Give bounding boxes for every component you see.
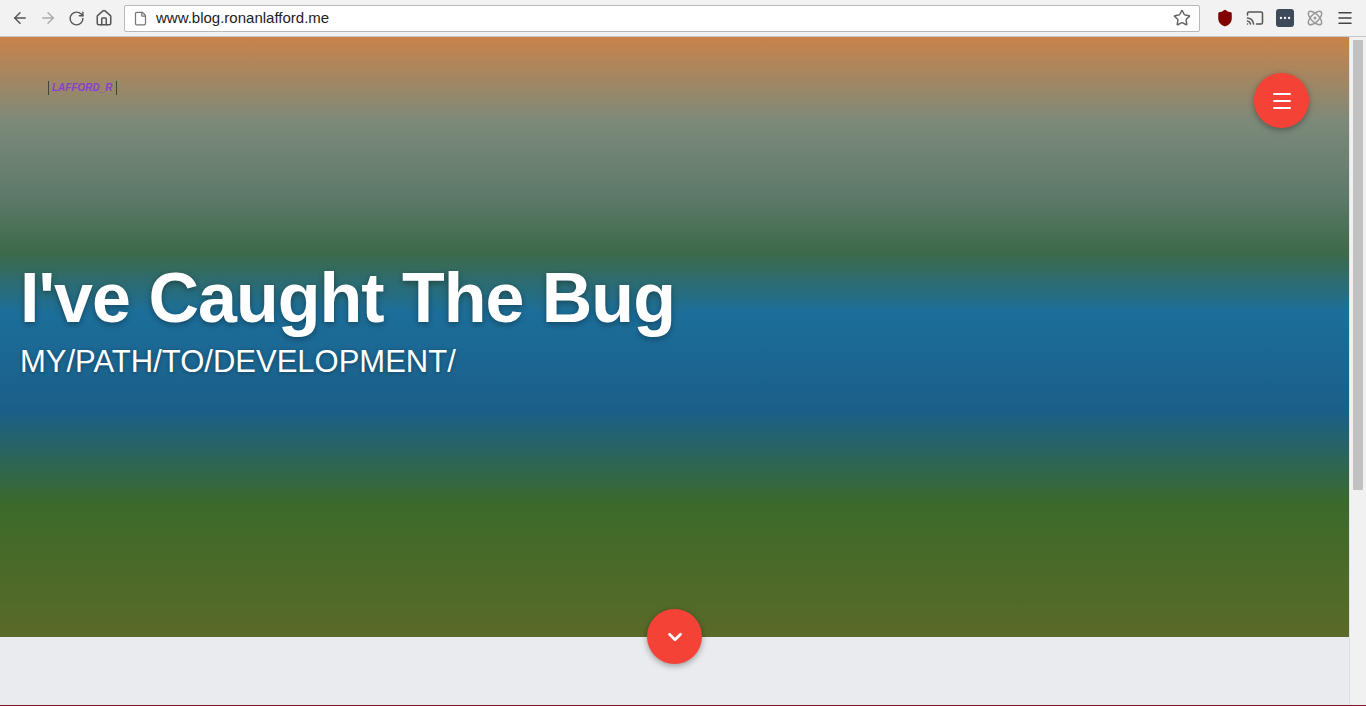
extensions xyxy=(1216,9,1354,27)
back-arrow-icon xyxy=(11,9,29,27)
forward-arrow-icon xyxy=(39,9,57,27)
chevron-down-icon xyxy=(664,626,686,648)
scrollbar-thumb[interactable] xyxy=(1353,40,1363,490)
ublock-shield-icon[interactable] xyxy=(1216,9,1234,27)
page: LAFFORD_R I've Caught The Bug MY/PATH/TO/D… xyxy=(0,37,1349,705)
hero-header: LAFFORD_R xyxy=(0,37,1349,128)
hero-text: I've Caught The Bug MY/PATH/TO/DEVELOPMEN… xyxy=(0,258,1349,380)
reload-button[interactable] xyxy=(64,6,88,30)
home-icon xyxy=(95,9,113,27)
dots-icon xyxy=(1278,11,1292,25)
scroll-down-button[interactable] xyxy=(647,609,702,664)
hero: LAFFORD_R I've Caught The Bug MY/PATH/TO/D… xyxy=(0,37,1349,637)
menu-button[interactable] xyxy=(1254,73,1309,128)
browser-toolbar: www.blog.ronanlafford.me xyxy=(0,0,1366,37)
site-logo[interactable]: LAFFORD_R xyxy=(48,81,117,95)
browser-window: www.blog.ronanlafford.me LAFFORD_R I've Ca… xyxy=(0,0,1366,706)
cast-icon[interactable] xyxy=(1246,9,1264,27)
react-devtools-icon[interactable] xyxy=(1306,9,1324,27)
extension-button[interactable] xyxy=(1276,9,1294,27)
back-button[interactable] xyxy=(8,6,32,30)
address-bar[interactable]: www.blog.ronanlafford.me xyxy=(124,5,1200,32)
blog-title: I've Caught The Bug xyxy=(20,258,1349,339)
page-icon xyxy=(133,11,148,26)
hamburger-icon xyxy=(1270,89,1294,113)
bookmark-star-icon[interactable] xyxy=(1173,9,1191,27)
blog-subtitle: MY/PATH/TO/DEVELOPMENT/ xyxy=(20,343,1349,380)
url-text: www.blog.ronanlafford.me xyxy=(156,7,1165,30)
forward-button[interactable] xyxy=(36,6,60,30)
viewport: LAFFORD_R I've Caught The Bug MY/PATH/TO/D… xyxy=(0,37,1366,706)
reload-icon xyxy=(68,10,85,27)
home-button[interactable] xyxy=(92,6,116,30)
chrome-menu-icon[interactable] xyxy=(1336,9,1354,27)
scrollbar[interactable] xyxy=(1349,37,1366,705)
